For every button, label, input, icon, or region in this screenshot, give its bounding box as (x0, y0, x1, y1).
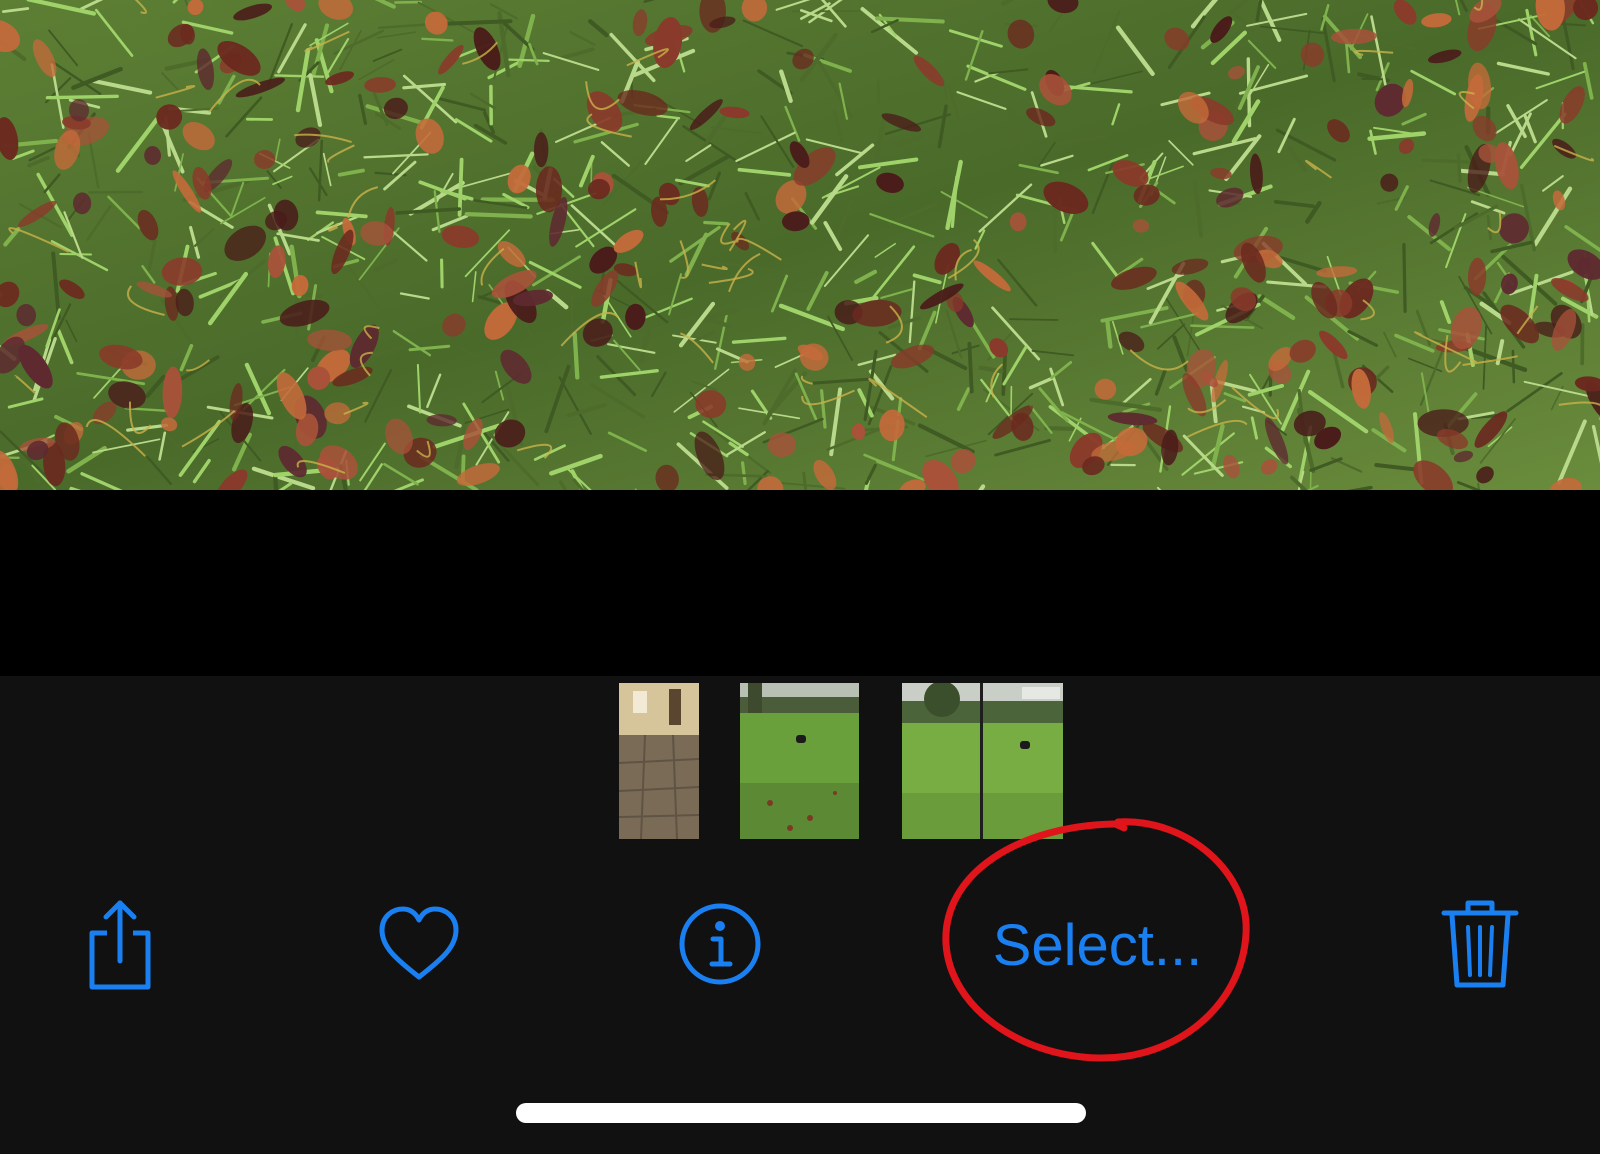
share-button[interactable] (80, 895, 160, 995)
trash-icon (1440, 895, 1520, 995)
share-icon (80, 895, 160, 995)
info-button[interactable] (675, 899, 765, 989)
filmstrip-thumb-lawn-cat[interactable] (740, 683, 859, 839)
filmstrip-thumb-hallway[interactable] (619, 683, 699, 839)
home-indicator[interactable] (516, 1103, 1086, 1123)
heart-icon (376, 905, 462, 985)
favorite-button[interactable] (376, 905, 462, 985)
main-photo[interactable] (0, 0, 1600, 490)
filmstrip-thumb-lawn-split[interactable] (902, 683, 1063, 839)
letterbox-area (0, 490, 1600, 676)
select-button[interactable]: Select... (975, 905, 1220, 985)
delete-button[interactable] (1440, 895, 1520, 995)
info-icon (675, 899, 765, 989)
photo-grass-leaves-image (0, 0, 1600, 490)
